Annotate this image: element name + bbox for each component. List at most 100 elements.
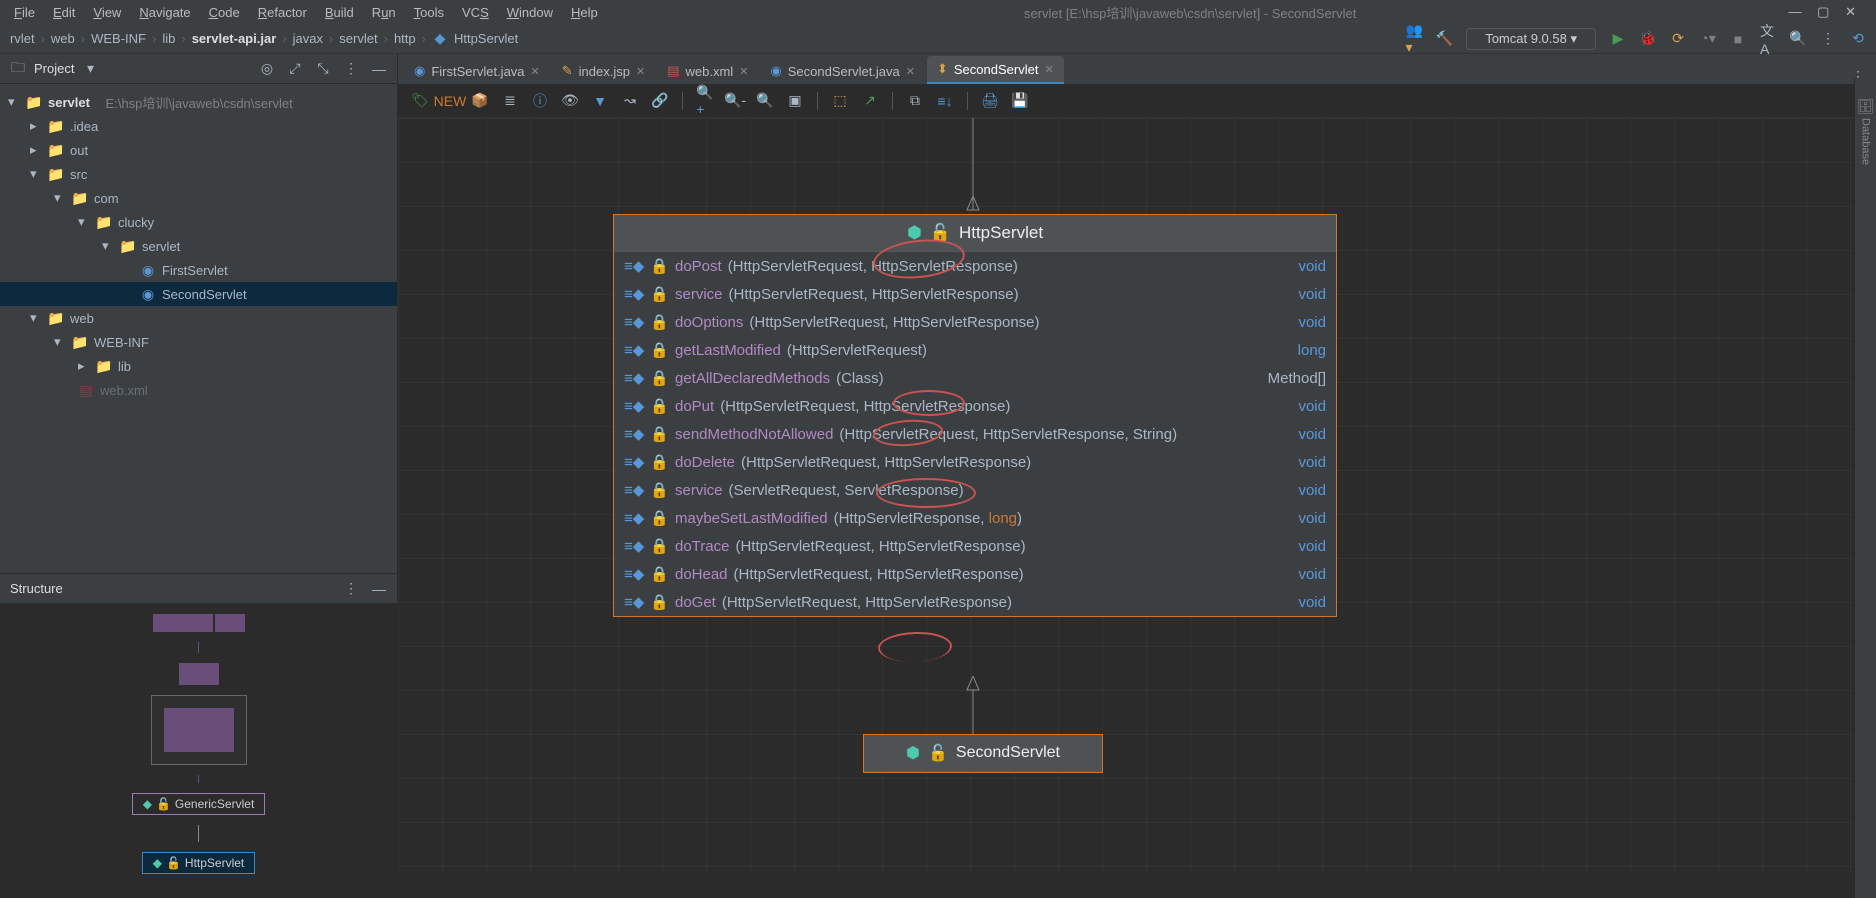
tab-firstservlet[interactable]: ◉FirstServlet.java✕ <box>404 58 550 84</box>
fit-icon[interactable]: ▣ <box>787 93 803 109</box>
coverage-icon[interactable]: ⟳ <box>1670 31 1686 47</box>
uml-method-row[interactable]: ≡◆🔒doPut(HttpServletRequest, HttpServlet… <box>614 392 1336 420</box>
users-icon[interactable]: 👥▾ <box>1406 31 1422 47</box>
tag-icon[interactable]: 🏷 <box>412 93 428 109</box>
mini-http[interactable]: ◆🔓HttpServlet <box>142 852 256 874</box>
tree-first[interactable]: ◉FirstServlet <box>0 258 397 282</box>
menu-help[interactable]: Help <box>565 5 604 20</box>
uml-method-row[interactable]: ≡◆🔒doHead(HttpServletRequest, HttpServle… <box>614 560 1336 588</box>
profile-icon[interactable]: ◔▾ <box>1700 31 1716 47</box>
uml-method-row[interactable]: ≡◆🔒doOptions(HttpServletRequest, HttpSer… <box>614 308 1336 336</box>
new-icon[interactable]: NEW <box>442 93 458 109</box>
copy-icon[interactable]: ⧉ <box>907 93 923 109</box>
structure-minimap[interactable]: ◆🔓GenericServlet ◆🔓HttpServlet <box>0 604 397 874</box>
search-icon[interactable]: 🔍 <box>1790 31 1806 47</box>
uml-method-row[interactable]: ≡◆🔒service(HttpServletRequest, HttpServl… <box>614 280 1336 308</box>
uml-method-row[interactable]: ≡◆🔒maybeSetLastModified(HttpServletRespo… <box>614 504 1336 532</box>
zoomfit-icon[interactable]: 🔍 <box>757 93 773 109</box>
menu-vcs[interactable]: VCS <box>456 5 495 20</box>
zoomin-icon[interactable]: 🔍+ <box>697 93 713 109</box>
layout-icon[interactable]: ⬚ <box>832 93 848 109</box>
info-icon[interactable]: ⓘ <box>532 93 548 109</box>
maximize-button[interactable]: ▢ <box>1811 4 1835 19</box>
close-icon[interactable]: ✕ <box>636 65 645 78</box>
tree-out[interactable]: ▸📁out <box>0 138 397 162</box>
menu-refactor[interactable]: Refactor <box>252 5 313 20</box>
tree-root[interactable]: ▾📁servlet E:\hsp培训\javaweb\csdn\servlet <box>0 90 397 114</box>
crumb[interactable]: lib <box>162 31 175 46</box>
print-icon[interactable]: 🖨 <box>982 93 998 109</box>
close-icon[interactable]: ✕ <box>739 65 748 78</box>
tree-lib[interactable]: ▸📁lib <box>0 354 397 378</box>
uml-secondservlet[interactable]: ⬢ 🔓 SecondServlet <box>863 734 1103 773</box>
zoomout-icon[interactable]: 🔍- <box>727 93 743 109</box>
database-label[interactable]: Database <box>1860 118 1872 165</box>
export-icon[interactable]: ↗ <box>862 93 878 109</box>
list-icon[interactable]: ≣ <box>502 93 518 109</box>
package-icon[interactable]: 📦 <box>472 93 488 109</box>
uml-method-row[interactable]: ≡◆🔒doPost(HttpServletRequest, HttpServle… <box>614 252 1336 280</box>
uml-method-row[interactable]: ≡◆🔒service(ServletRequest, ServletRespon… <box>614 476 1336 504</box>
menu-code[interactable]: Code <box>203 5 246 20</box>
close-icon[interactable]: ✕ <box>1044 63 1053 76</box>
crumb[interactable]: rvlet <box>10 31 35 46</box>
tree-web[interactable]: ▾📁web <box>0 306 397 330</box>
close-button[interactable]: ✕ <box>1839 4 1862 19</box>
save-icon[interactable]: 💾 <box>1012 93 1028 109</box>
tree-servlet-pkg[interactable]: ▾📁servlet <box>0 234 397 258</box>
collapse-icon[interactable]: ⤡ <box>315 61 331 77</box>
tree-webxml[interactable]: ▤web.xml <box>0 378 397 402</box>
menu-tools[interactable]: Tools <box>408 5 450 20</box>
tab-secondservletjava[interactable]: ◉SecondServlet.java✕ <box>760 58 925 84</box>
tab-webxml[interactable]: ▤web.xml✕ <box>657 58 758 84</box>
run-icon[interactable]: ▶ <box>1610 31 1626 47</box>
filter-icon[interactable]: ▼ <box>592 93 608 109</box>
more-icon[interactable]: ⋮ <box>343 581 359 597</box>
close-icon[interactable]: ✕ <box>906 65 915 78</box>
menu-file[interactable]: File <box>8 5 41 20</box>
more-icon[interactable]: ⋮ <box>1820 31 1836 47</box>
crumb[interactable]: servlet-api.jar <box>192 31 277 46</box>
tree-clucky[interactable]: ▾📁clucky <box>0 210 397 234</box>
align-icon[interactable]: ≡↓ <box>937 93 953 109</box>
locale-icon[interactable]: 文A <box>1760 31 1776 47</box>
uml-method-row[interactable]: ≡◆🔒getAllDeclaredMethods(Class)Method[] <box>614 364 1336 392</box>
uml-method-row[interactable]: ≡◆🔒doDelete(HttpServletRequest, HttpServ… <box>614 448 1336 476</box>
more-icon[interactable]: ⋮ <box>343 61 359 77</box>
target-icon[interactable]: ◎ <box>259 61 275 77</box>
tree-com[interactable]: ▾📁com <box>0 186 397 210</box>
tab-secondservlet-diagram[interactable]: ⬍SecondServlet✕ <box>927 56 1064 84</box>
run-config-selector[interactable]: Tomcat 9.0.58 ▾ <box>1466 28 1596 50</box>
tab-indexjsp[interactable]: ✎index.jsp✕ <box>552 58 655 84</box>
tree-idea[interactable]: ▸📁.idea <box>0 114 397 138</box>
uml-method-row[interactable]: ≡◆🔒doTrace(HttpServletRequest, HttpServl… <box>614 532 1336 560</box>
crumb[interactable]: servlet <box>339 31 377 46</box>
eye-icon[interactable]: 👁 <box>562 93 578 109</box>
minimize-icon[interactable]: — <box>371 581 387 597</box>
crumb[interactable]: http <box>394 31 416 46</box>
hammer-icon[interactable]: 🔨 <box>1436 31 1452 47</box>
tree-webinf[interactable]: ▾📁WEB-INF <box>0 330 397 354</box>
crumb[interactable]: javax <box>293 31 323 46</box>
uml-method-row[interactable]: ≡◆🔒sendMethodNotAllowed(HttpServletReque… <box>614 420 1336 448</box>
menu-view[interactable]: View <box>87 5 127 20</box>
debug-icon[interactable]: 🐞 <box>1640 31 1656 47</box>
tree-second[interactable]: ◉SecondServlet <box>0 282 397 306</box>
close-icon[interactable]: ✕ <box>531 65 540 78</box>
crumb[interactable]: web <box>51 31 75 46</box>
menu-edit[interactable]: Edit <box>47 5 81 20</box>
dropdown-icon[interactable]: ▾ <box>82 61 98 77</box>
menu-window[interactable]: Window <box>501 5 559 20</box>
branch-icon[interactable]: ↝ <box>622 93 638 109</box>
minimize-icon[interactable]: — <box>371 61 387 77</box>
stop-icon[interactable]: ■ <box>1730 31 1746 47</box>
menu-run[interactable]: Run <box>366 5 402 20</box>
mini-generic[interactable]: ◆🔓GenericServlet <box>132 793 266 815</box>
expand-icon[interactable]: ⤢ <box>287 61 303 77</box>
crumb[interactable]: HttpServlet <box>454 31 518 46</box>
minimize-button[interactable]: — <box>1783 4 1808 19</box>
sync-icon[interactable]: ⟲ <box>1850 31 1866 47</box>
tree-src[interactable]: ▾📁src <box>0 162 397 186</box>
uml-method-row[interactable]: ≡◆🔒doGet(HttpServletRequest, HttpServlet… <box>614 588 1336 616</box>
menu-build[interactable]: Build <box>319 5 360 20</box>
